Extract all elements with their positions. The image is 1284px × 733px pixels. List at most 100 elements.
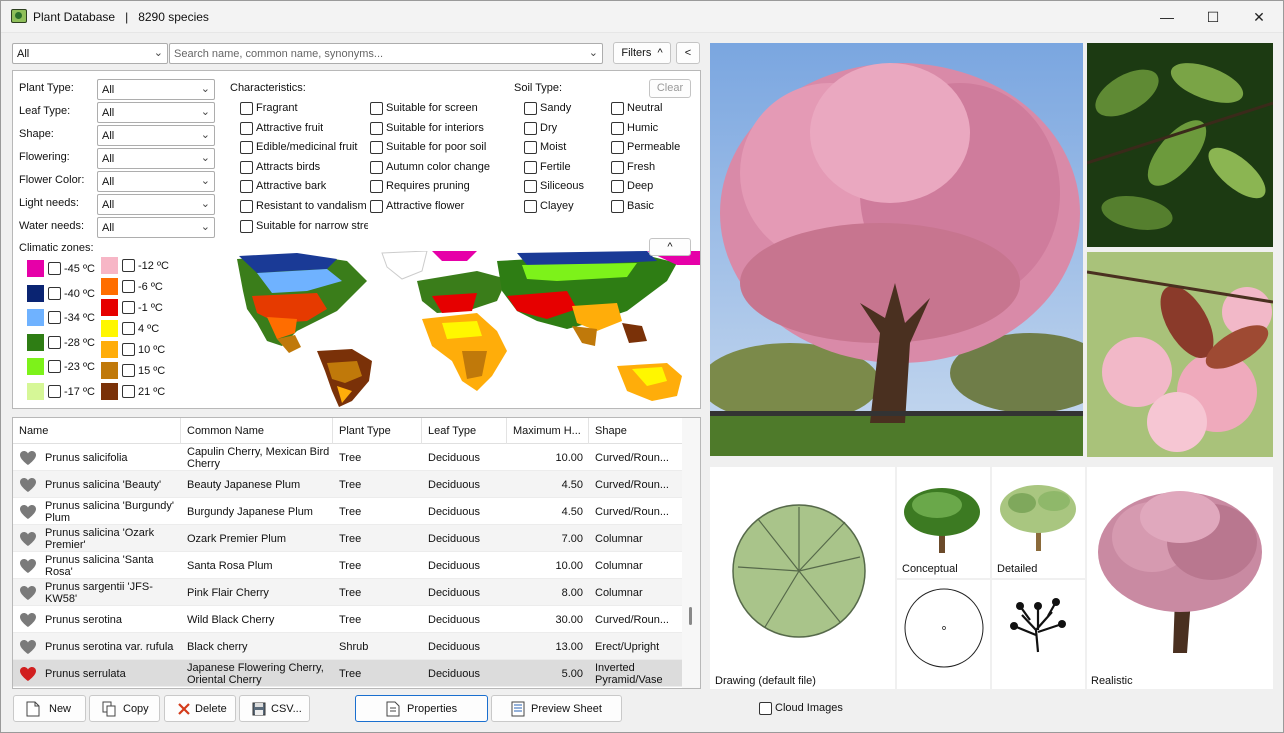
category-select[interactable]: All ⌄ [12,43,168,64]
filter-checkbox[interactable] [524,160,537,174]
cloud-images-checkbox[interactable] [759,702,772,715]
filter-checkbox[interactable] [524,180,537,194]
zone-checkbox[interactable] [122,259,135,272]
zone-checkbox[interactable] [122,280,135,293]
table-row[interactable]: Prunus sargentii 'JFS-KW58' Pink Flair Ch… [13,579,683,606]
filter-checkbox[interactable] [240,200,253,213]
column-header[interactable]: Maximum H... [507,418,589,444]
zone-checkbox[interactable] [122,385,135,398]
copy-button[interactable]: Copy [89,695,160,722]
favorite-heart-icon[interactable] [19,558,37,574]
filter-checkbox[interactable] [370,141,383,155]
zone-checkbox[interactable] [122,301,135,314]
favorite-heart-icon[interactable] [19,504,37,520]
zone-checkbox[interactable] [48,335,61,349]
filter-select[interactable]: All ⌄ [97,171,215,192]
delete-button[interactable]: Delete [164,695,236,722]
favorite-heart-icon[interactable] [19,612,37,628]
drawing-thumbnail[interactable]: Drawing (default file) [710,467,895,689]
favorite-heart-icon[interactable] [19,450,37,466]
filter-checkbox[interactable] [524,200,537,213]
filter-checkbox[interactable] [370,102,383,115]
clear-button[interactable]: Clear [649,79,691,98]
filter-checkbox[interactable] [240,160,253,174]
column-header[interactable]: Shape [589,418,683,444]
zone-checkbox[interactable] [122,322,135,335]
realistic-thumbnail[interactable]: Realistic [1087,467,1273,689]
collapse-map-button[interactable]: ^ [649,238,691,256]
filter-checkbox[interactable] [524,121,537,135]
favorite-heart-icon[interactable] [19,531,37,547]
scrollbar-thumb[interactable] [689,607,692,625]
table-row[interactable]: Prunus serotina var. rufula Black cherry S… [13,633,683,660]
filter-checkbox[interactable] [524,141,537,155]
filters-toggle-button[interactable]: Filters ^ [613,42,671,64]
filter-checkbox[interactable] [611,141,624,155]
table-cell: Deciduous [428,451,480,464]
filter-checkbox[interactable] [240,180,253,194]
zone-checkbox[interactable] [48,311,61,324]
filter-checkbox[interactable] [611,200,624,213]
zone-checkbox[interactable] [48,384,61,398]
new-button[interactable]: New [13,695,86,722]
column-header[interactable]: Name [13,418,181,444]
column-header[interactable]: Plant Type [333,418,422,444]
climate-zone-map[interactable] [177,251,700,407]
filter-checkbox[interactable] [524,102,537,115]
zone-checkbox[interactable] [122,364,135,377]
table-scrollbar[interactable] [682,418,700,688]
filter-select[interactable]: All ⌄ [97,102,215,123]
table-row[interactable]: Prunus salicina 'Beauty' Beauty Japanese … [13,471,683,498]
zone-checkbox[interactable] [122,343,135,356]
filter-select[interactable]: All ⌄ [97,125,215,146]
conceptual-caption: Conceptual [902,563,958,575]
filter-checkbox[interactable] [611,102,624,115]
symbol-thumbnail[interactable] [897,580,990,689]
filter-select[interactable]: All ⌄ [97,194,215,215]
zone-checkbox[interactable] [48,286,61,300]
table-row[interactable]: Prunus salicina 'Ozark Premier' Ozark Pre… [13,525,683,552]
zone-checkbox[interactable] [48,360,61,373]
filter-checkbox[interactable] [370,121,383,135]
silhouette-thumbnail[interactable] [992,580,1085,689]
table-row[interactable]: Prunus salicina 'Santa Rosa' Santa Rosa P… [13,552,683,579]
favorite-heart-icon[interactable] [19,477,37,493]
minimize-button[interactable]: — [1144,1,1190,33]
preview-sheet-button[interactable]: Preview Sheet [491,695,622,722]
main-plant-photo[interactable] [710,43,1083,456]
table-row[interactable]: Prunus serrulata Japanese Flowering Cherr… [13,660,683,687]
zone-checkbox[interactable] [48,262,61,275]
leaf-photo[interactable] [1087,43,1273,247]
table-row[interactable]: Prunus salicifolia Capulin Cherry, Mexica… [13,444,683,471]
filter-checkbox[interactable] [240,102,253,115]
collapse-panel-button[interactable]: < [676,42,700,64]
filter-checkbox[interactable] [611,180,624,194]
close-button[interactable]: ✕ [1236,1,1282,33]
filter-select[interactable]: All ⌄ [97,217,215,238]
filter-checkbox[interactable] [240,141,253,155]
favorite-heart-icon[interactable] [19,585,37,601]
filter-checkbox[interactable] [370,160,383,174]
column-header[interactable]: Leaf Type [422,418,507,444]
flower-photo[interactable] [1087,252,1273,457]
filter-select[interactable]: All ⌄ [97,79,215,100]
filter-checkbox[interactable] [611,160,624,174]
filter-select[interactable]: All ⌄ [97,148,215,169]
maximize-button[interactable]: ☐ [1190,1,1236,33]
filter-checkbox[interactable] [370,180,383,194]
search-input[interactable]: Search name, common name, synonyms... ⌄ [169,43,603,64]
favorite-heart-icon[interactable] [19,639,37,655]
filter-checkbox[interactable] [611,121,624,135]
table-row[interactable]: Prunus salicina 'Burgundy' Plum Burgundy … [13,498,683,525]
detailed-thumbnail[interactable]: Detailed [992,467,1085,578]
column-header[interactable]: Common Name [181,418,333,444]
filter-checkbox[interactable] [370,200,383,213]
filter-checkbox[interactable] [240,219,253,233]
csv-export-button[interactable]: CSV... [239,695,310,722]
conceptual-thumbnail[interactable]: Conceptual [897,467,990,578]
chevron-down-icon: ⌄ [200,221,210,233]
table-row[interactable]: Prunus serotina Wild Black Cherry Tree Deci… [13,606,683,633]
properties-button[interactable]: Properties [355,695,488,722]
filter-checkbox[interactable] [240,121,253,135]
favorite-heart-icon[interactable] [19,666,37,682]
